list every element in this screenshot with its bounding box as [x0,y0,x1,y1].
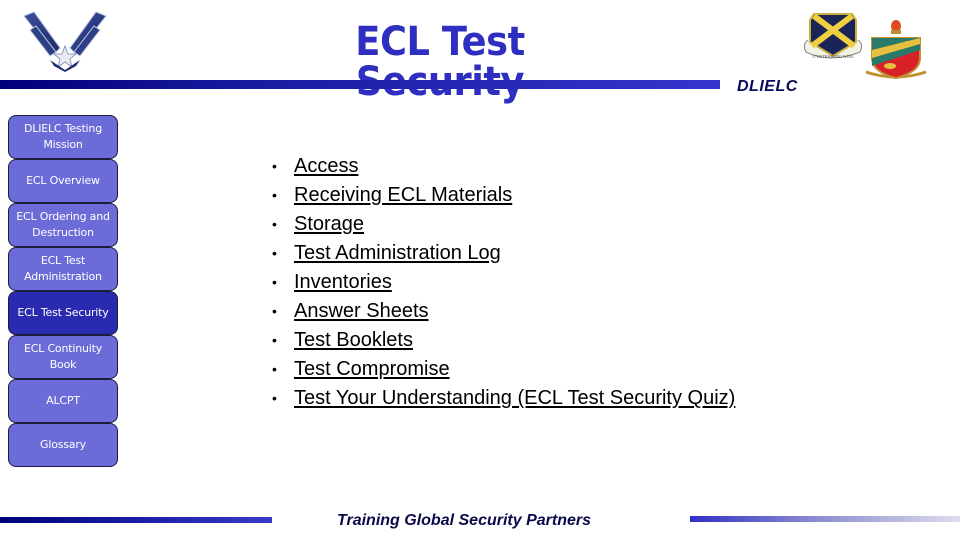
list-item: • Inventories [272,268,742,297]
link-security-quiz[interactable]: Test Your Understanding (ECL Test Securi… [294,384,735,413]
sidebar-item-label: ECL Overview [26,174,100,188]
sidebar-item-label: Glossary [40,438,86,452]
footer-tagline: Training Global Security Partners [337,512,591,529]
topic-link-list: • Access • Receiving ECL Materials • Sto… [272,152,742,413]
bullet-icon: • [272,158,277,174]
sidebar-item-testing-mission[interactable]: DLIELC Testing Mission [8,115,118,159]
svg-text:37TH TRAINING WING: 37TH TRAINING WING [812,54,854,59]
list-item: • Answer Sheets [272,297,742,326]
sidebar-item-label: ECL Continuity Book [23,342,103,371]
header-divider-bar [0,80,720,89]
sidebar-item-ordering-destruction[interactable]: ECL Ordering and Destruction [8,203,118,247]
footer-divider-right [690,516,960,522]
list-item: • Test Compromise [272,355,742,384]
sidebar-item-label: DLIELC Testing Mission [24,122,102,151]
bullet-icon: • [272,216,277,232]
link-storage[interactable]: Storage [294,210,364,239]
sidebar-item-ecl-overview[interactable]: ECL Overview [8,159,118,203]
list-item: • Access [272,152,742,181]
bullet-icon: • [272,245,277,261]
list-item: • Test Administration Log [272,239,742,268]
link-receiving-materials[interactable]: Receiving ECL Materials [294,181,512,210]
sidebar-item-label: ECL Test Security [17,306,109,320]
sidebar-item-continuity-book[interactable]: ECL Continuity Book [8,335,118,379]
sidebar-item-alcpt[interactable]: ALCPT [8,379,118,423]
sidebar-item-label: ECL Test Administration [24,254,102,283]
sidebar-item-glossary[interactable]: Glossary [8,423,118,467]
sidebar-item-label: ECL Ordering and Destruction [16,210,110,239]
training-wing-emblem-icon: 37TH TRAINING WING [803,13,863,59]
list-item: • Storage [272,210,742,239]
link-access[interactable]: Access [294,152,358,181]
link-answer-sheets[interactable]: Answer Sheets [294,297,429,326]
link-inventories[interactable]: Inventories [294,268,392,297]
dlielc-crest-icon [865,20,927,80]
sidebar-item-test-security[interactable]: ECL Test Security [8,291,118,335]
sidebar-item-test-administration[interactable]: ECL Test Administration [8,247,118,291]
page-title: ECL Test Security [355,19,525,102]
footer-divider-left [0,517,272,523]
list-item: • Receiving ECL Materials [272,181,742,210]
bullet-icon: • [272,187,277,203]
org-label: DLIELC [737,78,798,95]
link-administration-log[interactable]: Test Administration Log [294,239,501,268]
list-item: • Test Booklets [272,326,742,355]
link-test-compromise[interactable]: Test Compromise [294,355,450,384]
bullet-icon: • [272,274,277,290]
bullet-icon: • [272,332,277,348]
bullet-icon: • [272,303,277,319]
link-test-booklets[interactable]: Test Booklets [294,326,413,355]
bullet-icon: • [272,390,277,406]
sidebar-item-label: ALCPT [46,394,80,408]
list-item: • Test Your Understanding (ECL Test Secu… [272,384,742,413]
air-force-logo-icon [23,11,107,72]
bullet-icon: • [272,361,277,377]
sidebar-nav: DLIELC Testing Mission ECL Overview ECL … [8,115,118,467]
